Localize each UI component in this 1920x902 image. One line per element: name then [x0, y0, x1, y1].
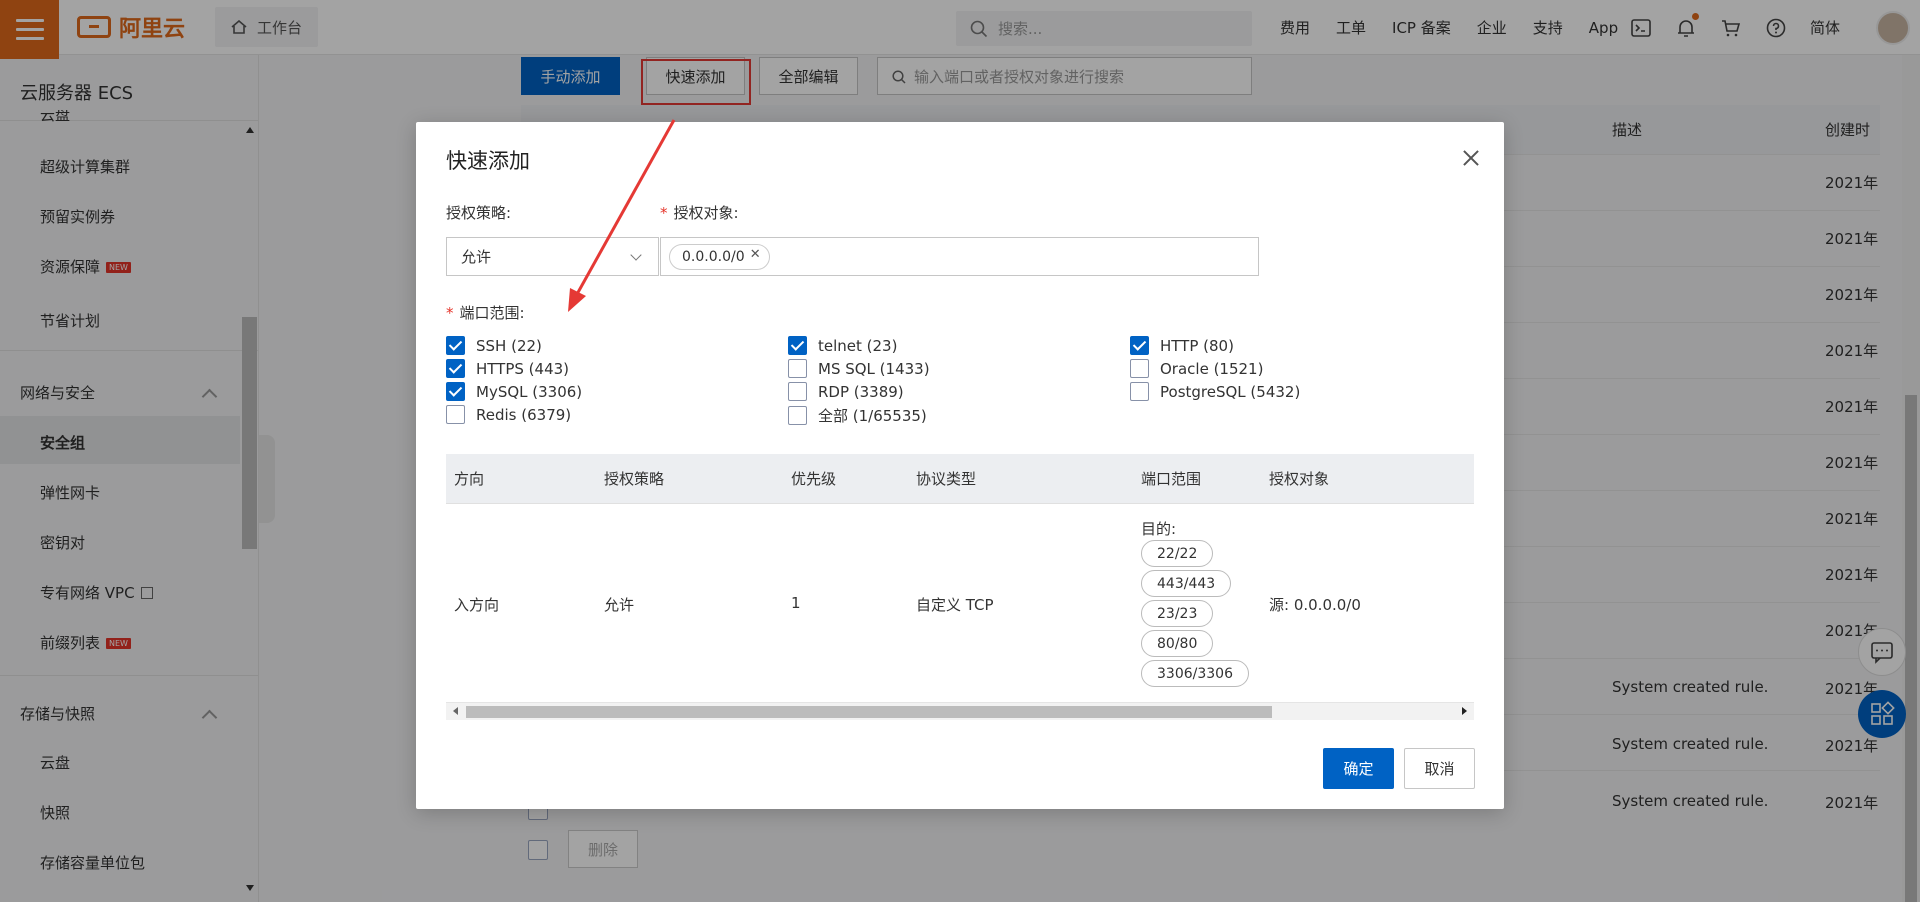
ports-label-text: 端口范围: — [459, 304, 525, 322]
port-option-label: HTTPS (443) — [476, 359, 570, 378]
required-mark: * — [446, 304, 454, 322]
port-option-mssql[interactable]: MS SQL (1433) — [788, 359, 930, 378]
policy-select-value: 允许 — [461, 248, 492, 266]
port-option-all[interactable]: 全部 (1/65535) — [788, 405, 927, 426]
cell-direction: 入方向 — [454, 596, 500, 614]
port-option-label: RDP (3389) — [818, 382, 904, 401]
port-pill: 3306/3306 — [1141, 660, 1249, 687]
port-option-label: Oracle (1521) — [1160, 359, 1264, 378]
checkbox-checked[interactable] — [446, 336, 465, 355]
port-pill: 443/443 — [1141, 570, 1232, 597]
port-pill: 22/22 — [1141, 540, 1214, 567]
preview-table-header: 方向 授权策略 优先级 协议类型 端口范围 授权对象 — [446, 454, 1474, 503]
port-pill: 23/23 — [1141, 600, 1214, 627]
port-option-postgresql[interactable]: PostgreSQL (5432) — [1130, 382, 1300, 401]
checkbox-unchecked[interactable] — [788, 382, 807, 401]
th-priority: 优先级 — [791, 470, 837, 488]
checkbox-unchecked[interactable] — [446, 405, 465, 424]
object-tag-value: 0.0.0.0/0 — [682, 249, 745, 265]
checkbox-checked[interactable] — [1130, 336, 1149, 355]
object-label: * 授权对象: — [660, 202, 739, 223]
port-option-label: 全部 (1/65535) — [818, 407, 927, 425]
quick-add-dialog: 快速添加 授权策略: * 授权对象: 允许 0.0.0.0/0 ✕ * 端口范围: … — [416, 122, 1504, 809]
port-option-https[interactable]: HTTPS (443) — [446, 359, 569, 378]
remove-tag-icon[interactable]: ✕ — [750, 247, 761, 262]
checkbox-checked[interactable] — [446, 359, 465, 378]
scroll-left-arrow-icon[interactable] — [453, 707, 458, 715]
checkbox-checked[interactable] — [446, 382, 465, 401]
cell-protocol: 自定义 TCP — [916, 596, 994, 614]
th-policy: 授权策略 — [604, 470, 665, 488]
checkbox-unchecked[interactable] — [788, 359, 807, 378]
object-tag-input[interactable]: 0.0.0.0/0 ✕ — [660, 237, 1259, 276]
port-option-rdp[interactable]: RDP (3389) — [788, 382, 904, 401]
port-option-mysql[interactable]: MySQL (3306) — [446, 382, 582, 401]
th-port-range: 端口范围 — [1141, 470, 1202, 488]
scroll-right-arrow-icon[interactable] — [1462, 707, 1467, 715]
checkbox-unchecked[interactable] — [788, 406, 807, 425]
port-option-ssh[interactable]: SSH (22) — [446, 336, 542, 355]
port-option-http[interactable]: HTTP (80) — [1130, 336, 1234, 355]
required-mark: * — [660, 204, 668, 222]
cancel-button[interactable]: 取消 — [1404, 748, 1475, 789]
object-label-text: 授权对象: — [673, 204, 739, 222]
port-option-label: Redis (6379) — [476, 405, 572, 424]
cell-port-prefix: 目的: — [1141, 520, 1177, 538]
port-option-label: MySQL (3306) — [476, 382, 583, 401]
close-icon[interactable] — [1460, 148, 1482, 170]
port-option-oracle[interactable]: Oracle (1521) — [1130, 359, 1263, 378]
th-auth-object: 授权对象 — [1269, 470, 1330, 488]
port-option-redis[interactable]: Redis (6379) — [446, 405, 571, 424]
policy-label: 授权策略: — [446, 204, 512, 222]
cell-auth-object: 源: 0.0.0.0/0 — [1269, 596, 1361, 614]
port-option-label: HTTP (80) — [1160, 336, 1234, 355]
table-scroll-thumb[interactable] — [466, 706, 1272, 718]
dialog-title: 快速添加 — [446, 149, 530, 173]
chevron-down-icon — [630, 249, 642, 261]
th-protocol: 协议类型 — [916, 470, 977, 488]
table-horizontal-scrollbar[interactable] — [446, 702, 1474, 720]
cell-priority: 1 — [791, 594, 801, 612]
checkbox-checked[interactable] — [788, 336, 807, 355]
table-divider — [446, 503, 1474, 504]
port-pill: 80/80 — [1141, 630, 1214, 657]
object-tag: 0.0.0.0/0 ✕ — [669, 244, 770, 270]
cell-policy: 允许 — [604, 596, 635, 614]
ports-label: * 端口范围: — [446, 302, 525, 323]
confirm-button[interactable]: 确定 — [1323, 748, 1394, 789]
port-option-label: MS SQL (1433) — [818, 359, 930, 378]
port-option-label: SSH (22) — [476, 336, 542, 355]
checkbox-unchecked[interactable] — [1130, 359, 1149, 378]
port-option-telnet[interactable]: telnet (23) — [788, 336, 897, 355]
policy-select[interactable]: 允许 — [446, 237, 659, 276]
port-option-label: telnet (23) — [818, 336, 898, 355]
port-option-label: PostgreSQL (5432) — [1160, 382, 1301, 401]
checkbox-unchecked[interactable] — [1130, 382, 1149, 401]
th-direction: 方向 — [454, 470, 485, 488]
